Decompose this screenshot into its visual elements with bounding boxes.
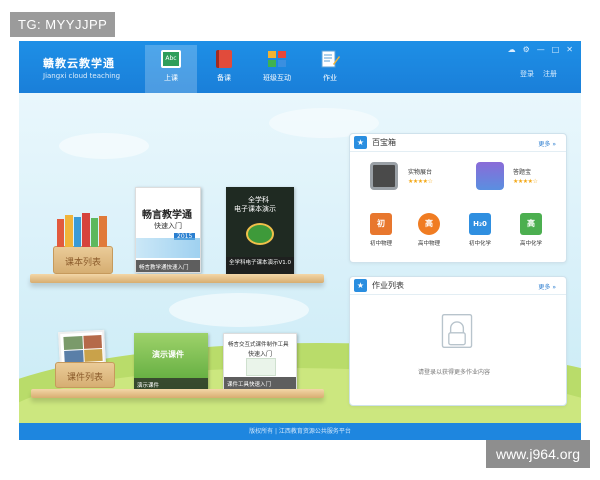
- toolbox-more-link[interactable]: 更多 »: [538, 139, 556, 148]
- nav-item-homework[interactable]: 作业: [304, 45, 356, 93]
- textbook-demo[interactable]: 全学科 电子课本演示 全学科电子课本演示V1.0: [226, 187, 294, 275]
- nav-label: 上课: [164, 74, 178, 82]
- courseware-demo[interactable]: 演示课件 演示课件: [134, 333, 208, 390]
- book-title: 畅言交互式课件制作工具: [228, 342, 289, 348]
- nav-label: 班级互动: [263, 74, 291, 82]
- book-title: 电子课本演示: [234, 205, 276, 213]
- courseware-list-label: 课件列表: [66, 373, 103, 383]
- abc-board-icon: Abc: [161, 50, 181, 68]
- junior-physics-icon[interactable]: 初: [370, 213, 392, 235]
- toolbox-header: ★ 百宝箱 更多 »: [350, 134, 566, 152]
- homework-empty-hint: 请登录以获得更多作业内容: [418, 369, 491, 376]
- toolbox-panel: ★ 百宝箱 更多 » 实物展台 ★★★★☆ 答题宝 ★★★★☆ 初 初中物理 高…: [349, 133, 567, 263]
- account-links: 登录 注册: [520, 69, 557, 79]
- app-name-en: Jiangxi cloud teaching: [43, 72, 121, 80]
- login-link[interactable]: 登录: [520, 69, 534, 79]
- star-icon: ★: [354, 279, 367, 292]
- subject-label: 高中化学: [519, 241, 542, 247]
- subject-label: 高中物理: [417, 241, 440, 247]
- cloud-decoration: [59, 133, 149, 159]
- illustration: [246, 358, 276, 376]
- close-icon[interactable]: ✕: [566, 45, 573, 54]
- lock-icon: [441, 313, 473, 349]
- window-controls: ☁ ⚙ — □ ✕: [508, 45, 573, 54]
- tool-name: 实物展台: [408, 169, 433, 176]
- minimize-icon[interactable]: —: [537, 45, 545, 54]
- subject-label: 初中物理: [369, 241, 392, 247]
- app-name-cn: 赣教云教学通: [43, 57, 115, 70]
- textbook-shelf: [30, 274, 324, 283]
- app-logo: 赣教云教学通 Jiangxi cloud teaching: [43, 55, 120, 80]
- photo-stack: [58, 329, 106, 367]
- nav-item-interaction[interactable]: 班级互动: [251, 45, 303, 93]
- content-area: 课本列表 畅言教学通 快速入门 2015 畅言教学通快速入门 全学科 电子课本演…: [19, 93, 581, 423]
- homework-title: 作业列表: [372, 281, 404, 290]
- maximize-icon[interactable]: □: [552, 45, 560, 54]
- title-bar: 赣教云教学通 Jiangxi cloud teaching Abc 上课 备课 …: [19, 41, 581, 93]
- textbook-quickstart[interactable]: 畅言教学通 快速入门 2015 畅言教学通快速入门: [135, 187, 201, 273]
- cloud-decoration: [169, 293, 309, 327]
- watermark-bottom: www.j964.org: [485, 440, 590, 468]
- senior-physics-icon[interactable]: 高: [418, 213, 440, 235]
- book-title: 演示课件: [152, 350, 184, 359]
- book-caption: 课件工具快速入门: [224, 377, 296, 389]
- pencil-note-icon: [321, 50, 340, 68]
- tool-rating: ★★★★☆: [513, 178, 538, 185]
- settings-icon[interactable]: ⚙: [523, 45, 530, 54]
- nav-item-prepare[interactable]: 备课: [198, 45, 250, 93]
- nav-label: 备课: [217, 74, 231, 82]
- quiz-kid-icon[interactable]: [476, 162, 504, 190]
- nav-label: 作业: [323, 74, 337, 82]
- main-nav: Abc 上课 备课 班级互动 作业: [145, 45, 357, 93]
- homework-header: ★ 作业列表 更多 »: [350, 277, 566, 295]
- toolbox-title: 百宝箱: [372, 138, 396, 147]
- textbook-list-label: 课本列表: [64, 258, 101, 268]
- blocks-icon: [268, 51, 286, 67]
- open-book-icon: [246, 223, 274, 245]
- book-subtitle: 快速入门: [248, 351, 273, 358]
- red-book-icon: [216, 50, 232, 68]
- book-spines: [57, 213, 109, 247]
- book-subtitle: 快速入门: [154, 222, 182, 230]
- tool-rating: ★★★★☆: [408, 178, 433, 185]
- book-caption: 畅言教学通快速入门: [136, 260, 200, 272]
- courseware-tool-quickstart[interactable]: 畅言交互式课件制作工具 快速入门 课件工具快速入门: [223, 333, 297, 390]
- watermark-top: TG: MYYJJPP: [10, 12, 116, 37]
- star-icon: ★: [354, 136, 367, 149]
- senior-chemistry-icon[interactable]: 高: [520, 213, 542, 235]
- nav-item-class[interactable]: Abc 上课: [145, 45, 197, 93]
- homework-panel: ★ 作业列表 更多 » 请登录以获得更多作业内容: [349, 276, 567, 406]
- textbook-list-box[interactable]: 课本列表: [53, 246, 113, 274]
- homework-more-link[interactable]: 更多 »: [538, 282, 556, 291]
- register-link[interactable]: 注册: [543, 69, 557, 79]
- tool-name: 答题宝: [513, 169, 532, 176]
- book-stripe: [136, 238, 200, 258]
- subject-label: 初中化学: [468, 241, 491, 247]
- app-window: 赣教云教学通 Jiangxi cloud teaching Abc 上课 备课 …: [19, 41, 581, 440]
- courseware-list-box[interactable]: 课件列表: [55, 362, 115, 388]
- cloud-icon[interactable]: ☁: [508, 45, 516, 54]
- document-camera-icon[interactable]: [370, 162, 398, 190]
- status-bar: 版权所有 | 江西教育资源公共服务平台: [19, 423, 581, 440]
- book-caption: 全学科电子课本演示V1.0: [226, 257, 294, 275]
- book-title: 畅言教学通: [142, 210, 192, 221]
- junior-chemistry-icon[interactable]: H₂0: [469, 213, 491, 235]
- courseware-shelf: [31, 389, 324, 398]
